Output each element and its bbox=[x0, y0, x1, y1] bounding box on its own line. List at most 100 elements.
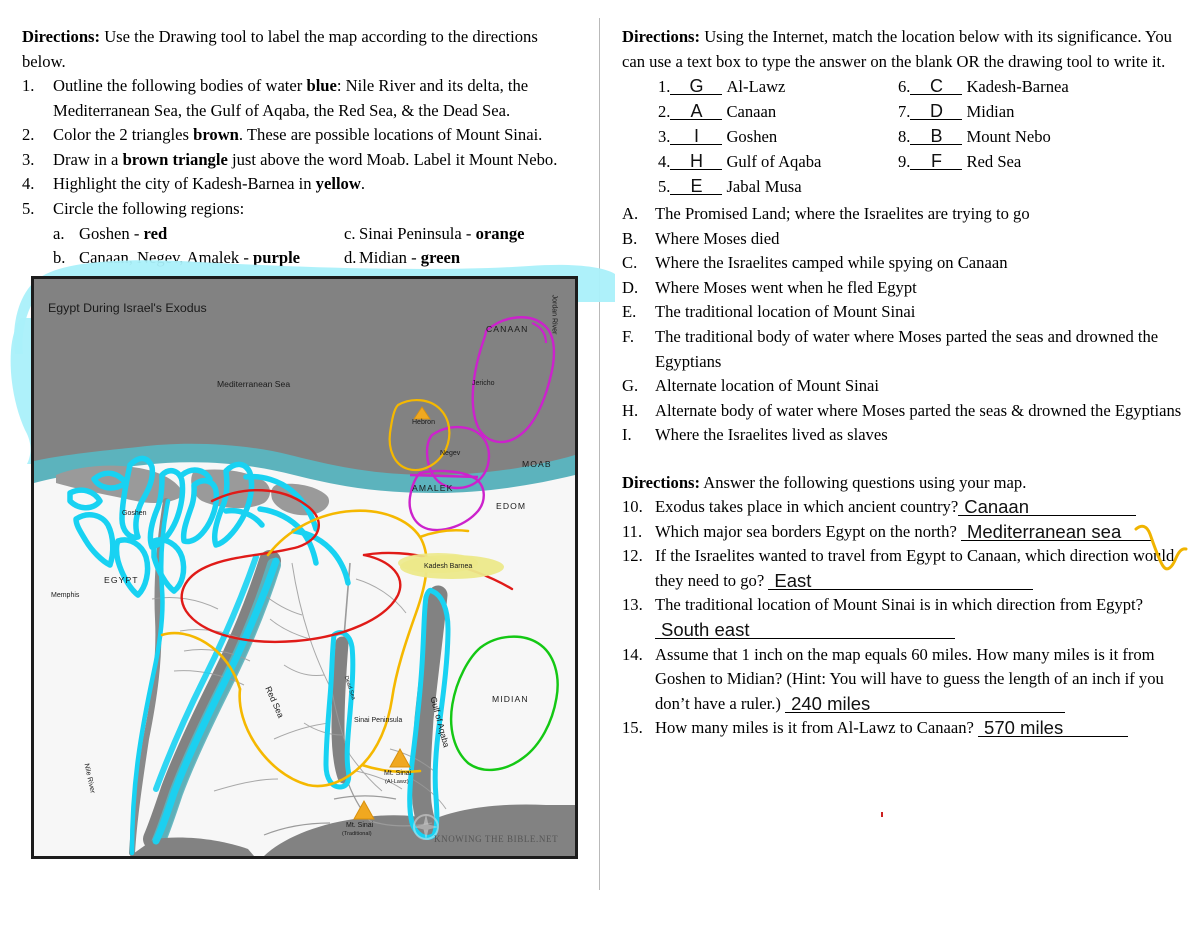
match-answer-blank[interactable]: C bbox=[910, 77, 963, 95]
question-answer-blank[interactable]: Mediterranean sea bbox=[960, 521, 1153, 541]
region-color-row: a. Goshen - red c. Sinai Peninsula - orange bbox=[22, 222, 582, 247]
left-directions-label: Directions: bbox=[22, 27, 101, 46]
list-marker: 5. bbox=[22, 198, 35, 218]
question-number: 12. bbox=[622, 546, 643, 566]
option-text: Where Moses died bbox=[655, 228, 780, 248]
worksheet-page: Directions: Use the Drawing tool to labe… bbox=[0, 0, 1200, 927]
match-answer-blank[interactable]: D bbox=[910, 101, 963, 121]
question-text: How many miles is it from Al-Lawz to Can… bbox=[655, 718, 979, 738]
region-color: purple bbox=[253, 248, 301, 268]
match-answer-letter: D bbox=[929, 101, 943, 121]
match-location-label: Gulf of Aqaba bbox=[726, 152, 822, 171]
region-name: Canaan, Negev, Amalek - bbox=[79, 248, 254, 268]
match-number: 8. bbox=[898, 127, 911, 146]
map-graphic bbox=[34, 279, 575, 856]
match-number: 9. bbox=[898, 152, 911, 171]
match-directions: Directions: Using the Internet, match th… bbox=[622, 24, 1184, 74]
map-label-sinai-peninsula: Sinai Peninsula bbox=[354, 717, 403, 724]
map-label-edom: EDOM bbox=[496, 501, 527, 511]
option-letter: B. bbox=[622, 228, 638, 248]
question-number: 10. bbox=[622, 496, 643, 516]
answer-option-item: E. The traditional location of Mount Sina… bbox=[622, 300, 1184, 325]
map-label-mediterranean-sea: Mediterranean Sea bbox=[217, 379, 291, 389]
option-text: Alternate body of water where Moses part… bbox=[655, 400, 1182, 420]
match-number: 2. bbox=[658, 102, 671, 121]
match-answer-blank[interactable]: A bbox=[670, 102, 723, 120]
map-instruction-item: 3. Draw in a brown triangle just above th… bbox=[22, 148, 582, 173]
answer-option-item: I. Where the Israelites lived as slaves bbox=[622, 423, 1184, 448]
map-label-hebron: Hebron bbox=[412, 419, 435, 426]
match-answer-blank[interactable]: F bbox=[910, 151, 963, 171]
match-item-right: 9. F Red Sea bbox=[898, 151, 1021, 172]
region-name: Sinai Peninsula - bbox=[359, 223, 476, 243]
instruction-text: Highlight the city of Kadesh-Barnea in bbox=[53, 174, 316, 194]
match-answer-blank[interactable]: I bbox=[670, 126, 723, 146]
instruction-color-word: brown bbox=[193, 125, 239, 145]
map-credit: KNOWING THE BIBLE.NET bbox=[434, 834, 559, 844]
question-answer-blank[interactable]: South east bbox=[655, 619, 955, 639]
option-letter: A. bbox=[622, 204, 639, 223]
map-label-memphis: Memphis bbox=[51, 592, 80, 599]
match-answer-blank[interactable]: H bbox=[670, 152, 723, 170]
match-location-label: Jabal Musa bbox=[726, 177, 802, 196]
answer-options-list: A. The Promised Land; where the Israelite… bbox=[622, 202, 1184, 448]
region-color: orange bbox=[475, 223, 525, 243]
map-label-kadesh-barnea: Kadesh Barnea bbox=[424, 563, 473, 570]
match-item-right: 7. D Midian bbox=[898, 101, 1014, 122]
match-item-left: 4. H Gulf of Aqaba bbox=[658, 151, 821, 172]
instruction-text: Color the 2 triangles bbox=[53, 125, 194, 145]
match-item-left: 3. I Goshen bbox=[658, 126, 777, 147]
question-answer-blank[interactable]: 240 miles bbox=[785, 692, 1066, 714]
map-label-mt-sinai-allawz-sub: (Al-Lawz) bbox=[385, 779, 409, 785]
question-text: Which major sea borders Egypt on the nor… bbox=[655, 521, 961, 541]
match-answer-letter: I bbox=[693, 126, 699, 146]
match-item-left: 5. E Jabal Musa bbox=[658, 176, 802, 197]
question-answer-blank[interactable]: 570 miles bbox=[978, 717, 1129, 738]
map-label-egypt: EGYPT bbox=[104, 575, 139, 585]
list-marker: c. bbox=[344, 223, 356, 243]
match-item-left: 1. G Al-Lawz bbox=[658, 76, 785, 97]
map-instruction-item: 5. Circle the following regions: bbox=[22, 197, 582, 222]
match-location-label: Red Sea bbox=[966, 152, 1022, 171]
yellow-squiggle-mark bbox=[1134, 524, 1188, 571]
region-color-item: d. Midian - green bbox=[344, 246, 460, 271]
match-answer-letter: G bbox=[689, 76, 704, 96]
map-instruction-item: 2. Color the 2 triangles brown. These are… bbox=[22, 123, 582, 148]
answer-option-item: B. Where Moses died bbox=[622, 227, 1184, 252]
match-number: 1. bbox=[658, 77, 671, 96]
option-letter: I. bbox=[622, 425, 632, 445]
question-answer-blank[interactable]: East bbox=[768, 569, 1034, 591]
match-answer-blank[interactable]: E bbox=[670, 176, 723, 196]
question-number: 15. bbox=[622, 718, 643, 738]
match-answer-blank[interactable]: B bbox=[910, 127, 963, 145]
instruction-color-word: blue bbox=[306, 76, 337, 95]
map-label-moab: MOAB bbox=[522, 459, 552, 469]
match-number: 3. bbox=[658, 127, 671, 146]
column-divider bbox=[599, 18, 600, 890]
question-item: 13. The traditional location of Mount Sin… bbox=[622, 593, 1184, 642]
left-directions: Directions: Use the Drawing tool to labe… bbox=[22, 24, 582, 74]
match-answer-letter: E bbox=[690, 176, 703, 196]
answer-option-item: C. Where the Israelites camped while spyi… bbox=[622, 251, 1184, 276]
match-answer-blank[interactable]: G bbox=[670, 76, 723, 96]
question-answer-blank[interactable]: Canaan bbox=[958, 495, 1137, 517]
option-text: Where the Israelites lived as slaves bbox=[655, 425, 888, 445]
question-item: 14. Assume that 1 inch on the map equals … bbox=[622, 643, 1184, 717]
region-name: Midian - bbox=[359, 248, 421, 268]
question-number: 13. bbox=[622, 595, 643, 615]
option-text: The Promised Land; where the Israelites … bbox=[655, 204, 1030, 223]
match-answer-letter: F bbox=[930, 151, 942, 171]
instruction-text: just above the word Moab. Label it Mount… bbox=[227, 149, 558, 169]
map-label-canaan: CANAAN bbox=[486, 324, 529, 334]
question-answer-text: Canaan bbox=[964, 495, 1030, 517]
question-answer-text: 240 miles bbox=[791, 692, 871, 714]
question-item: 11. Which major sea borders Egypt on the … bbox=[622, 520, 1184, 545]
answer-option-item: D. Where Moses went when he fled Egypt bbox=[622, 276, 1184, 301]
left-directions-text: Use the Drawing tool to label the map ac… bbox=[22, 27, 538, 71]
question-directions-text: Answer the following questions using you… bbox=[700, 472, 1027, 492]
region-color: green bbox=[420, 248, 461, 268]
left-column: Directions: Use the Drawing tool to labe… bbox=[22, 24, 582, 271]
match-number: 6. bbox=[898, 77, 911, 96]
question-answer-text: East bbox=[774, 569, 812, 591]
option-text: Alternate location of Mount Sinai bbox=[655, 376, 879, 396]
